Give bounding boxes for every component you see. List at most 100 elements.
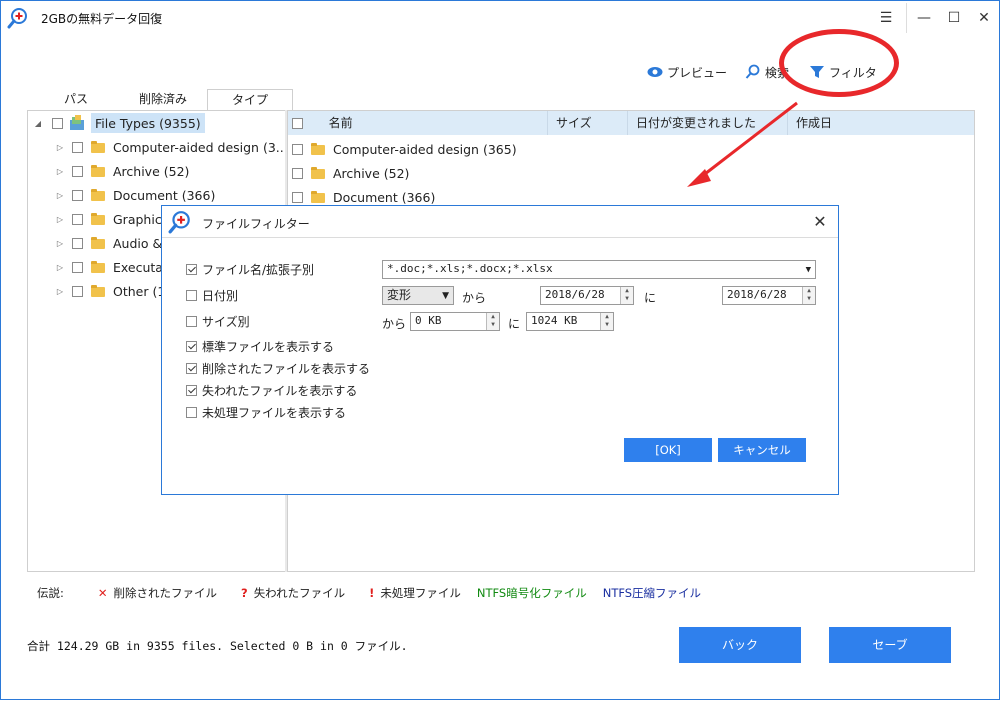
tree-item-checkbox[interactable] [72, 213, 83, 225]
tree-item[interactable]: ▷ Audio & [54, 232, 162, 254]
tree-item[interactable]: ▷ Executab [54, 256, 171, 278]
legend-deleted: 削除されたファイル [113, 586, 218, 600]
date-mode-select[interactable]: 変形 ▼ [382, 286, 454, 305]
menu-icon[interactable]: ☰ [875, 7, 897, 29]
show-deleted-checkbox[interactable] [186, 363, 197, 374]
date-from-spinner[interactable]: ▲ ▼ [620, 287, 633, 304]
minimize-button[interactable]: — [913, 7, 935, 29]
tree-item[interactable]: ▷ Other (1 [54, 280, 165, 302]
dialog-title: ファイルフィルター [202, 217, 310, 231]
filename-filter-label: ファイル名/拡張子別 [202, 263, 315, 277]
date-to-label: に [644, 291, 657, 305]
expand-arrow-icon[interactable]: ▷ [54, 167, 66, 176]
back-button[interactable]: バック [679, 627, 801, 663]
tab-type[interactable]: タイプ [207, 89, 293, 112]
folder-icon [311, 191, 325, 203]
preview-button[interactable]: プレビュー [647, 63, 727, 81]
tree-item[interactable]: ▷ Graphics [54, 208, 168, 230]
file-filter-dialog: ファイルフィルター ✕ ファイル名/拡張子別 *.doc;*.xls;*.doc… [161, 205, 839, 495]
dropdown-arrow-icon[interactable]: ▼ [442, 288, 449, 304]
tree-item[interactable]: ▷ Document (366) [54, 184, 215, 206]
show-normal-label: 標準ファイルを表示する [202, 340, 335, 354]
date-from-field[interactable]: 2018/6/28 ▲ ▼ [540, 286, 634, 305]
window-title: 2GBの無料データ回復 [41, 12, 163, 26]
column-header-size[interactable]: サイズ [548, 111, 628, 135]
size-to-field[interactable]: 1024 KB ▲ ▼ [526, 312, 614, 331]
show-raw-checkbox[interactable] [186, 407, 197, 418]
expand-arrow-icon[interactable]: ▷ [54, 215, 66, 224]
expand-arrow-icon[interactable]: ▷ [54, 263, 66, 272]
file-row-checkbox[interactable] [292, 191, 303, 203]
filename-filter-option[interactable]: ファイル名/拡張子別 [186, 261, 314, 278]
show-normal-option[interactable]: 標準ファイルを表示する [186, 338, 334, 355]
dropdown-arrow-icon[interactable]: ▼ [806, 262, 811, 278]
date-to-spinner[interactable]: ▲ ▼ [802, 287, 815, 304]
tree-item[interactable]: ▷ Archive (52) [54, 160, 189, 182]
folder-icon [311, 167, 325, 179]
file-row-checkbox[interactable] [292, 143, 303, 155]
expand-arrow-icon[interactable]: ▷ [54, 191, 66, 200]
size-to-value: 1024 KB [531, 314, 578, 327]
tree-item-checkbox[interactable] [72, 141, 83, 153]
size-from-spinner[interactable]: ▲ ▼ [486, 313, 499, 330]
maximize-button[interactable]: ☐ [943, 7, 965, 29]
show-deleted-option[interactable]: 削除されたファイルを表示する [186, 360, 370, 377]
size-filter-label: サイズ別 [202, 315, 250, 329]
folder-icon [311, 143, 325, 155]
tree-item-checkbox[interactable] [72, 189, 83, 201]
tree-root-row[interactable]: ◢ File Types (9355) [32, 112, 205, 134]
expand-arrow-icon[interactable]: ▷ [54, 143, 66, 152]
size-filter-checkbox[interactable] [186, 316, 197, 327]
file-row[interactable]: Archive (52) [292, 161, 409, 185]
date-filter-checkbox[interactable] [186, 290, 197, 301]
cancel-button[interactable]: キャンセル [718, 438, 806, 462]
select-all-checkbox[interactable] [292, 118, 303, 129]
size-from-value: 0 KB [415, 314, 442, 327]
close-window-button[interactable]: ✕ [973, 7, 995, 29]
show-raw-option[interactable]: 未処理ファイルを表示する [186, 404, 346, 421]
tree-item-label: Archive (52) [113, 163, 190, 179]
date-filter-option[interactable]: 日付別 [186, 287, 238, 304]
file-row[interactable]: Computer-aided design (365) [292, 137, 517, 161]
save-button[interactable]: セーブ [829, 627, 951, 663]
ok-button[interactable]: [OK] [624, 438, 712, 462]
filename-pattern-combobox[interactable]: *.doc;*.xls;*.docx;*.xlsx ▼ [382, 260, 816, 279]
tab-deleted[interactable]: 削除済み [125, 89, 201, 111]
highlight-annotation [779, 29, 899, 97]
folder-icon [91, 285, 105, 297]
tree-item-checkbox[interactable] [72, 261, 83, 273]
show-lost-checkbox[interactable] [186, 385, 197, 396]
show-normal-checkbox[interactable] [186, 341, 197, 352]
filename-filter-checkbox[interactable] [186, 264, 197, 275]
column-header-created[interactable]: 作成日 [788, 111, 974, 135]
tree-root-checkbox[interactable] [52, 117, 63, 129]
size-filter-option[interactable]: サイズ別 [186, 313, 250, 330]
tab-path[interactable]: パス [43, 89, 109, 111]
file-row-checkbox[interactable] [292, 167, 303, 179]
collapse-arrow-icon[interactable]: ◢ [32, 119, 44, 128]
show-raw-label: 未処理ファイルを表示する [202, 406, 347, 420]
search-icon [745, 64, 760, 79]
expand-arrow-icon[interactable]: ▷ [54, 287, 66, 296]
column-header-name[interactable]: 名前 [288, 111, 548, 135]
dialog-close-button[interactable]: ✕ [810, 212, 830, 231]
expand-arrow-icon[interactable]: ▷ [54, 239, 66, 248]
column-header-modified[interactable]: 日付が変更されました [628, 111, 788, 135]
folder-icon [91, 141, 105, 153]
app-window: 2GBの無料データ回復 ☰ — ☐ ✕ プレビュー 検索 フィルタ パス 削除済… [0, 0, 1000, 700]
size-from-field[interactable]: 0 KB ▲ ▼ [410, 312, 500, 331]
deleted-mark-icon: ✕ [97, 586, 108, 600]
show-lost-option[interactable]: 失われたファイルを表示する [186, 382, 357, 399]
date-to-field[interactable]: 2018/6/28 ▲ ▼ [722, 286, 816, 305]
tree-item[interactable]: ▷ Computer-aided design (3... [54, 136, 288, 158]
folder-icon [91, 237, 105, 249]
tree-item-checkbox[interactable] [72, 285, 83, 297]
tree-item-checkbox[interactable] [72, 165, 83, 177]
folder-icon [91, 261, 105, 273]
tree-item-label: Other (1 [113, 283, 166, 299]
tree-item-checkbox[interactable] [72, 237, 83, 249]
tree-item-label: Audio & [113, 235, 163, 251]
legend-raw: 未処理ファイル [380, 586, 461, 600]
size-to-spinner[interactable]: ▲ ▼ [600, 313, 613, 330]
legend-ntfs-encrypted: NTFS暗号化ファイル [476, 586, 587, 600]
